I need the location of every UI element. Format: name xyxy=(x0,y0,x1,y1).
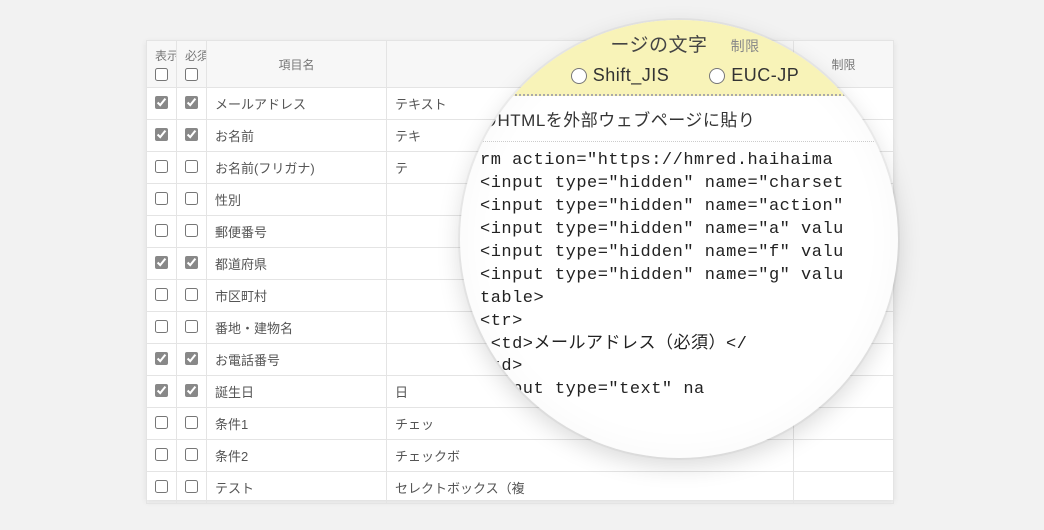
field-name-cell: 市区町村 xyxy=(207,280,387,312)
radio-shiftjis-label: Shift_JIS xyxy=(593,65,670,86)
field-limit-cell xyxy=(794,472,894,504)
show-checkbox[interactable] xyxy=(155,480,168,493)
required-checkbox[interactable] xyxy=(185,320,198,333)
field-name-cell: 誕生日 xyxy=(207,376,387,408)
required-checkbox[interactable] xyxy=(185,224,198,237)
required-checkbox[interactable] xyxy=(185,256,198,269)
field-name-cell: 都道府県 xyxy=(207,248,387,280)
required-checkbox[interactable] xyxy=(185,128,198,141)
field-name-cell: 番地・建物名 xyxy=(207,312,387,344)
required-checkbox[interactable] xyxy=(185,160,198,173)
required-checkbox[interactable] xyxy=(185,448,198,461)
field-name-cell: お名前 xyxy=(207,120,387,152)
required-checkbox[interactable] xyxy=(185,288,198,301)
show-checkbox[interactable] xyxy=(155,288,168,301)
show-checkbox[interactable] xyxy=(155,320,168,333)
field-name-cell: 条件1 xyxy=(207,408,387,440)
select-all-required-checkbox[interactable] xyxy=(185,68,198,81)
field-name-cell: お電話番号 xyxy=(207,344,387,376)
radio-shiftjis-input[interactable] xyxy=(571,68,587,84)
magnifier-overlay: ージの文字 制限 Shift_JIS EUC-JP のHTMLを外部ウェブページ… xyxy=(460,20,898,458)
charset-selector-panel: ージの文字 制限 Shift_JIS EUC-JP xyxy=(460,20,898,96)
show-checkbox[interactable] xyxy=(155,448,168,461)
show-checkbox[interactable] xyxy=(155,96,168,109)
required-checkbox[interactable] xyxy=(185,384,198,397)
col-header-show-label: 表示 xyxy=(155,49,177,63)
col-header-name: 項目名 xyxy=(207,41,387,88)
required-checkbox[interactable] xyxy=(185,192,198,205)
radio-eucjp-input[interactable] xyxy=(709,68,725,84)
charset-radio-shiftjis[interactable]: Shift_JIS xyxy=(571,65,670,86)
field-type-cell: セレクトボックス（複 xyxy=(387,472,794,504)
field-name-cell: 条件2 xyxy=(207,440,387,472)
select-all-show-checkbox[interactable] xyxy=(155,68,168,81)
required-checkbox[interactable] xyxy=(185,96,198,109)
col-header-show: 表示 xyxy=(147,41,177,88)
col-header-required: 必須 xyxy=(177,41,207,88)
html-embed-instruction: のHTMLを外部ウェブページに貼り xyxy=(460,96,898,142)
field-name-cell: お名前(フリガナ) xyxy=(207,152,387,184)
field-name-cell: メールアドレス xyxy=(207,88,387,120)
show-checkbox[interactable] xyxy=(155,192,168,205)
field-name-cell: 郵便番号 xyxy=(207,216,387,248)
html-code-preview: rm action="https://hmred.haihaima <input… xyxy=(460,142,898,402)
required-checkbox[interactable] xyxy=(185,352,198,365)
table-row: 条件2チェックボ xyxy=(147,440,894,472)
charset-radio-eucjp[interactable]: EUC-JP xyxy=(709,65,799,86)
show-checkbox[interactable] xyxy=(155,416,168,429)
required-checkbox[interactable] xyxy=(185,480,198,493)
field-name-cell: 性別 xyxy=(207,184,387,216)
show-checkbox[interactable] xyxy=(155,128,168,141)
field-name-cell: テスト xyxy=(207,472,387,504)
show-checkbox[interactable] xyxy=(155,384,168,397)
field-limit-cell xyxy=(794,440,894,472)
required-checkbox[interactable] xyxy=(185,416,198,429)
charset-title: ージの文字 制限 xyxy=(480,30,890,57)
table-row: テストセレクトボックス（複 xyxy=(147,472,894,504)
col-header-required-label: 必須 xyxy=(185,49,207,63)
show-checkbox[interactable] xyxy=(155,256,168,269)
show-checkbox[interactable] xyxy=(155,352,168,365)
show-checkbox[interactable] xyxy=(155,160,168,173)
show-checkbox[interactable] xyxy=(155,224,168,237)
radio-eucjp-label: EUC-JP xyxy=(731,65,799,86)
